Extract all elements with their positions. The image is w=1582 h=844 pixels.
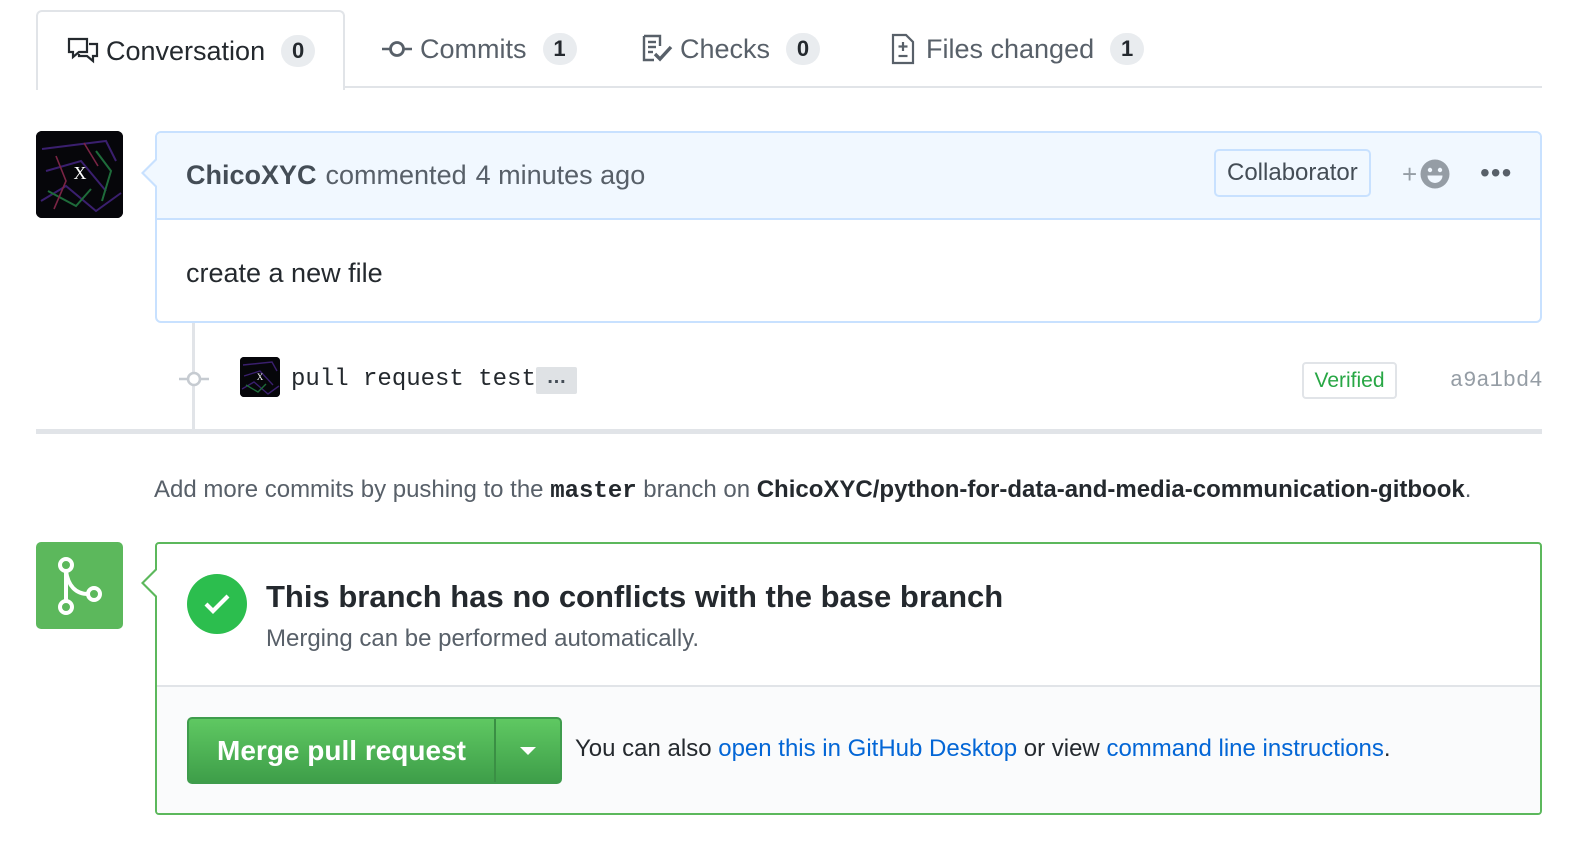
timeline-end-divider [36, 429, 1542, 434]
tab-label: Checks [680, 33, 771, 64]
commit-sha-link[interactable]: a9a1bd4 [1450, 368, 1542, 393]
add-reaction-button[interactable]: + [1402, 158, 1451, 190]
tab-conversation[interactable]: Conversation 0 [36, 10, 346, 90]
tab-count: 0 [281, 35, 316, 67]
push-hint-suffix: . [1464, 476, 1472, 503]
git-commit-icon [380, 33, 414, 65]
commit-author-avatar[interactable]: X [240, 357, 280, 397]
git-merge-icon-box [36, 542, 123, 629]
plus-label: + [1402, 158, 1418, 189]
merge-help-middle: or view [1023, 735, 1100, 762]
merge-pull-request-button[interactable]: Merge pull request [189, 719, 494, 782]
comment-box: ChicoXYC commented 4 minutes ago Collabo… [155, 131, 1542, 323]
comment-action: commented [325, 160, 467, 190]
open-in-desktop-link[interactable]: open this in GitHub Desktop [718, 735, 1017, 762]
tab-label: Files changed [926, 33, 1095, 64]
tab-count: 1 [1110, 33, 1145, 65]
kebab-more-icon[interactable]: ••• [1480, 157, 1512, 189]
merge-help-text: You can also open this in GitHub Desktop… [575, 735, 1391, 763]
comment-author[interactable]: ChicoXYC [186, 160, 317, 191]
comment-body: create a new file [186, 258, 383, 288]
merge-status-title: This branch has no conflicts with the ba… [266, 579, 1004, 614]
command-line-instructions-link[interactable]: command line instructions [1106, 735, 1383, 762]
merge-pointer-fill [144, 568, 159, 598]
push-hint: Add more commits by pushing to the maste… [154, 476, 1471, 505]
git-commit-icon [179, 371, 209, 387]
git-merge-icon [57, 556, 102, 615]
tab-label: Commits [420, 33, 527, 64]
tab-label: Conversation [106, 35, 266, 66]
merge-box: This branch has no conflicts with the ba… [155, 542, 1542, 815]
avatar-letter: X [74, 163, 87, 183]
diff-icon [886, 33, 920, 65]
merge-actions: Merge pull request You can also open thi… [157, 687, 1540, 813]
avatar-letter: X [257, 372, 264, 382]
expand-commit-button[interactable]: … [536, 367, 577, 394]
verified-badge[interactable]: Verified [1302, 362, 1397, 399]
merge-method-dropdown-button[interactable] [494, 719, 560, 782]
tab-files-changed[interactable]: Files changed 1 [858, 10, 1172, 88]
tab-count: 0 [786, 33, 821, 65]
caret-down-icon [520, 746, 536, 755]
collaborator-badge: Collaborator [1214, 149, 1371, 197]
comment-discussion-icon [66, 35, 100, 67]
comment-pointer-fill [144, 158, 159, 188]
tab-checks[interactable]: Checks 0 [612, 10, 848, 88]
merge-help-prefix: You can also [575, 735, 712, 762]
comment-timestamp[interactable]: 4 minutes ago [476, 160, 646, 191]
merge-status: This branch has no conflicts with the ba… [157, 544, 1540, 687]
merge-button-group: Merge pull request [187, 717, 562, 784]
tab-commits[interactable]: Commits 1 [352, 10, 605, 88]
merge-status-subtitle: Merging can be performed automatically. [266, 625, 700, 652]
comment-header: ChicoXYC commented 4 minutes ago Collabo… [157, 133, 1540, 220]
merge-help-suffix: . [1383, 735, 1391, 762]
tab-count: 1 [542, 33, 577, 65]
repo-name: ChicoXYC/python-for-data-and-media-commu… [756, 476, 1465, 503]
author-avatar[interactable]: X [36, 131, 123, 218]
check-circle-icon [187, 574, 247, 634]
checklist-icon [640, 33, 674, 65]
smiley-icon [1420, 159, 1450, 189]
push-hint-prefix: Add more commits by pushing to the [154, 476, 544, 503]
push-hint-middle: branch on [643, 476, 751, 503]
commit-message-link[interactable]: pull request test [291, 366, 536, 393]
branch-name: master [550, 478, 637, 505]
pr-tabs: Conversation 0 Commits 1 Checks 0 Files … [36, 10, 1542, 90]
